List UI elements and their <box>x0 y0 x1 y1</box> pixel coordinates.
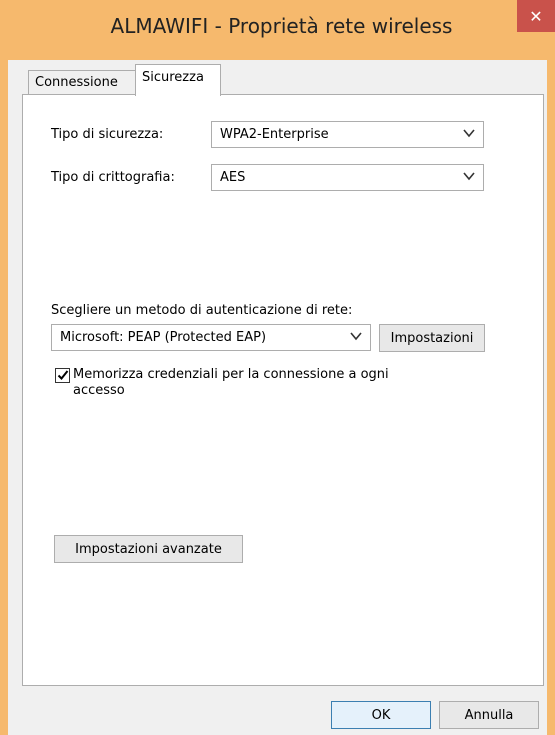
encryption-type-select[interactable]: AES <box>211 164 484 191</box>
encryption-type-label: Tipo di crittografia: <box>51 170 175 185</box>
window-frame-left <box>0 0 8 735</box>
title-bar[interactable]: ALMAWIFI - Proprietà rete wireless ✕ <box>8 0 555 60</box>
tab-connessione[interactable]: Connessione <box>28 70 138 95</box>
ok-button[interactable]: OK <box>331 701 431 729</box>
auth-method-value: Microsoft: PEAP (Protected EAP) <box>60 330 267 345</box>
auth-settings-button[interactable]: Impostazioni <box>379 324 485 352</box>
window-frame-right <box>547 60 555 735</box>
chevron-down-icon <box>463 172 475 181</box>
security-type-label: Tipo di sicurezza: <box>51 127 164 142</box>
advanced-settings-button[interactable]: Impostazioni avanzate <box>54 535 243 563</box>
close-button[interactable]: ✕ <box>517 0 555 32</box>
auth-method-select[interactable]: Microsoft: PEAP (Protected EAP) <box>51 324 371 351</box>
checkmark-icon <box>57 370 69 380</box>
dialog-window: ALMAWIFI - Proprietà rete wireless ✕ Con… <box>0 0 555 735</box>
encryption-type-value: AES <box>220 170 246 185</box>
tab-panel-sicurezza: Tipo di sicurezza: WPA2-Enterprise Tipo … <box>22 94 544 686</box>
security-type-select[interactable]: WPA2-Enterprise <box>211 121 484 148</box>
tab-label: Sicurezza <box>142 70 204 85</box>
tab-sicurezza[interactable]: Sicurezza <box>135 64 221 96</box>
security-type-value: WPA2-Enterprise <box>220 127 329 142</box>
close-icon: ✕ <box>529 6 543 26</box>
window-title: ALMAWIFI - Proprietà rete wireless <box>110 14 453 38</box>
remember-credentials-checkbox[interactable] <box>55 368 70 383</box>
auth-method-label: Scegliere un metodo di autenticazione di… <box>51 303 353 318</box>
remember-credentials-line1: Memorizza credenziali per la connessione… <box>73 367 389 382</box>
chevron-down-icon <box>350 332 362 341</box>
tab-label: Connessione <box>35 75 118 90</box>
remember-credentials-label[interactable]: Memorizza credenziali per la connessione… <box>73 367 389 399</box>
remember-credentials-line2: accesso <box>73 383 125 398</box>
cancel-button[interactable]: Annulla <box>439 701 539 729</box>
tab-bar: Connessione Sicurezza <box>28 64 528 96</box>
chevron-down-icon <box>463 129 475 138</box>
